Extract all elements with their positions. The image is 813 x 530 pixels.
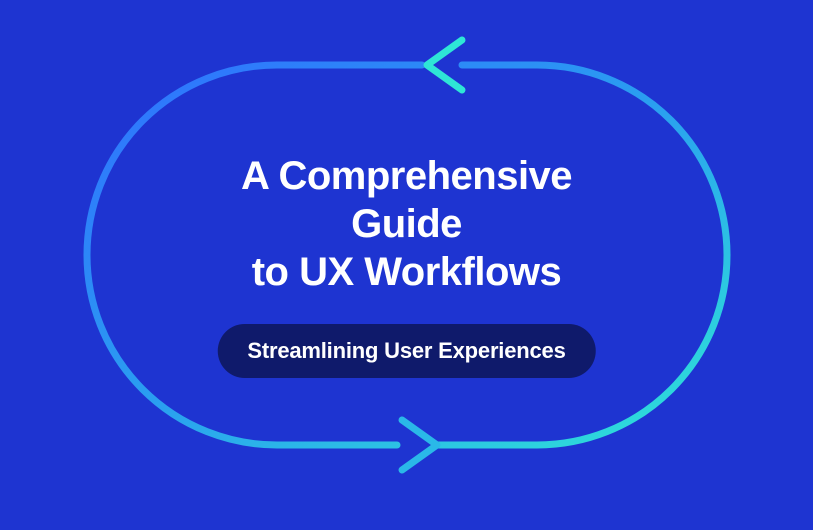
subtitle-badge: Streamlining User Experiences <box>217 324 595 378</box>
title-line-1: A Comprehensive Guide <box>241 154 572 246</box>
title-line-2: to UX Workflows <box>252 250 562 294</box>
hero-content: A Comprehensive Guide to UX Workflows St… <box>203 152 610 378</box>
page-title: A Comprehensive Guide to UX Workflows <box>203 152 610 296</box>
